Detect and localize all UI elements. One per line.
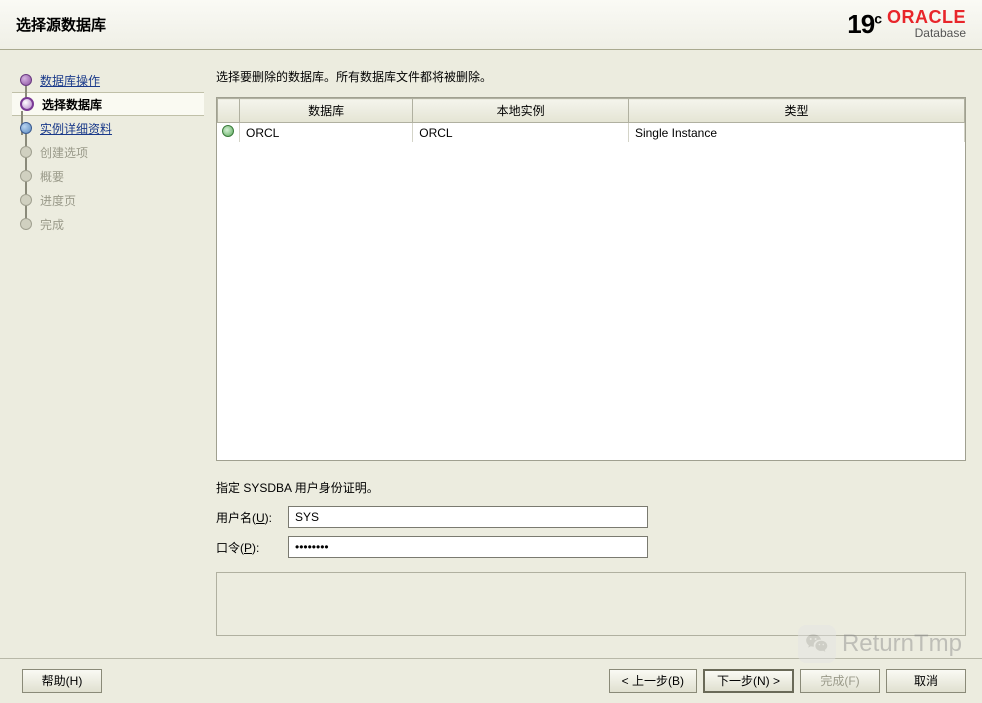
step-bullet-future-icon — [20, 122, 32, 134]
logo-brand: ORACLE — [887, 8, 966, 26]
page-title: 选择源数据库 — [16, 14, 106, 35]
password-label: 口令(P): — [216, 539, 288, 556]
step-bullet-future-icon — [20, 194, 32, 206]
col-local-instance: 本地实例 — [413, 99, 629, 123]
col-type: 类型 — [628, 99, 964, 123]
step-label: 概要 — [40, 168, 64, 185]
step-list: 数据库操作 选择数据库 实例详细资料 创建选项 概要 — [16, 68, 208, 236]
step-label: 完成 — [40, 216, 64, 233]
step-bullet-future-icon — [20, 146, 32, 158]
next-button[interactable]: 下一步(N) > — [703, 669, 794, 693]
logo-product: Database — [915, 26, 966, 40]
step-label: 进度页 — [40, 192, 76, 209]
col-select — [218, 99, 240, 123]
logo-version: 19c — [847, 9, 881, 40]
step-instance-details[interactable]: 实例详细资料 — [16, 116, 208, 140]
instruction-text: 选择要删除的数据库。所有数据库文件都将被删除。 — [216, 68, 966, 85]
cell-database: ORCL — [240, 123, 413, 143]
username-input[interactable] — [288, 506, 648, 528]
step-bullet-future-icon — [20, 218, 32, 230]
step-label[interactable]: 实例详细资料 — [40, 120, 112, 137]
step-finish: 完成 — [16, 212, 208, 236]
cell-local-instance: ORCL — [413, 123, 629, 143]
step-bullet-done-icon — [20, 74, 32, 86]
step-select-database: 选择数据库 — [12, 92, 204, 116]
table-row[interactable]: ORCL ORCL Single Instance — [218, 123, 965, 143]
sidebar: 数据库操作 选择数据库 实例详细资料 创建选项 概要 — [0, 50, 208, 658]
step-label[interactable]: 数据库操作 — [40, 72, 100, 89]
back-button[interactable]: < 上一步(B) — [609, 669, 697, 693]
step-summary: 概要 — [16, 164, 208, 188]
col-database: 数据库 — [240, 99, 413, 123]
credentials-section: 指定 SYSDBA 用户身份证明。 用户名(U): 口令(P): — [216, 479, 966, 566]
header: 选择源数据库 19c ORACLE Database — [0, 0, 982, 50]
cancel-button[interactable]: 取消 — [886, 669, 966, 693]
help-button[interactable]: 帮助(H) — [22, 669, 102, 693]
credentials-heading: 指定 SYSDBA 用户身份证明。 — [216, 479, 966, 496]
footer: 帮助(H) < 上一步(B) 下一步(N) > 完成(F) 取消 — [0, 658, 982, 702]
radio-selected-icon[interactable] — [222, 125, 234, 137]
password-input[interactable] — [288, 536, 648, 558]
step-label: 创建选项 — [40, 144, 88, 161]
step-bullet-future-icon — [20, 170, 32, 182]
step-bullet-current-icon — [20, 97, 34, 111]
content: 选择要删除的数据库。所有数据库文件都将被删除。 数据库 本地实例 类型 ORCL — [208, 50, 982, 658]
step-create-options: 创建选项 — [16, 140, 208, 164]
step-label: 选择数据库 — [42, 96, 102, 113]
message-area — [216, 572, 966, 636]
step-progress: 进度页 — [16, 188, 208, 212]
main: 数据库操作 选择数据库 实例详细资料 创建选项 概要 — [0, 50, 982, 658]
username-label: 用户名(U): — [216, 509, 288, 526]
finish-button: 完成(F) — [800, 669, 880, 693]
table-header-row: 数据库 本地实例 类型 — [218, 99, 965, 123]
cell-type: Single Instance — [628, 123, 964, 143]
database-table: 数据库 本地实例 类型 ORCL ORCL Single Instance — [216, 97, 966, 461]
oracle-logo: 19c ORACLE Database — [847, 8, 966, 40]
step-database-operation[interactable]: 数据库操作 — [16, 68, 208, 92]
